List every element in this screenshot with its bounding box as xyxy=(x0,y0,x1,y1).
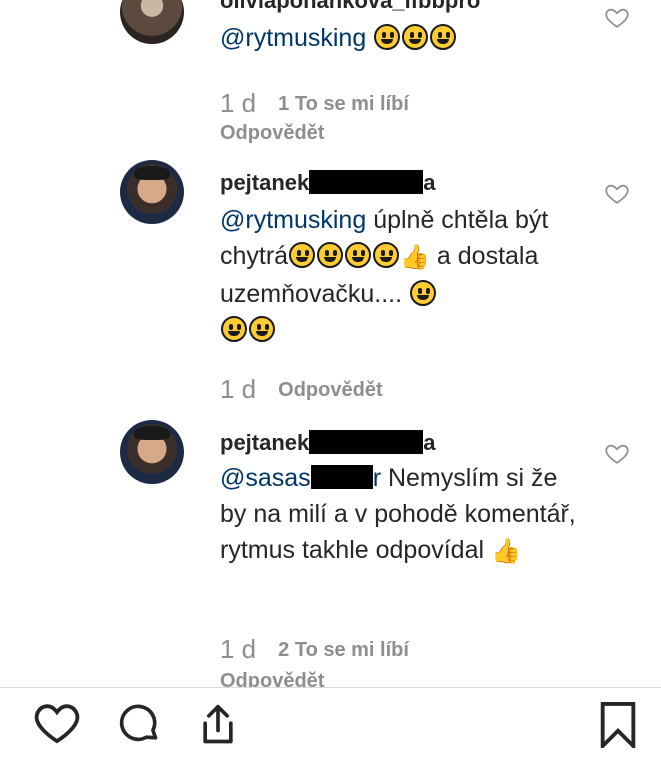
thumbs-up-emoji: 👍 xyxy=(490,538,521,565)
thumbs-up-emoji: 👍 xyxy=(400,244,430,271)
username-prefix: pejtanek xyxy=(220,170,310,195)
reply-button[interactable]: Odpovědět xyxy=(278,379,382,401)
bookmark-icon[interactable] xyxy=(598,702,638,748)
comments-list: oliviaponankova_ifbbpro @rytmusking 1 d1… xyxy=(0,0,661,687)
grin-emoji xyxy=(402,24,429,50)
username-suffix: a xyxy=(423,430,436,455)
mention-link[interactable]: @rytmusking xyxy=(220,206,366,234)
comment-age: 1 d xyxy=(220,88,257,118)
heart-icon[interactable] xyxy=(34,702,80,744)
avatar[interactable] xyxy=(120,420,184,484)
share-icon[interactable] xyxy=(196,702,240,748)
like-heart-icon[interactable] xyxy=(603,440,631,466)
comment-meta: 1 d Odpovědět xyxy=(220,374,383,405)
redaction-bar xyxy=(309,170,424,194)
redaction-bar xyxy=(310,465,373,489)
redaction-bar xyxy=(309,430,424,454)
comment-text: @rytmusking úplně chtěla být chytrá 👍 a d… xyxy=(220,202,560,348)
post-action-bar xyxy=(0,687,661,760)
grin-emoji xyxy=(430,24,457,50)
likes-count[interactable]: 2 To se mi líbí xyxy=(278,639,409,661)
mention-link[interactable]: @sasas xyxy=(220,464,311,492)
comment-text: @sasas r Nemyslím si že by na milí a v po… xyxy=(220,460,580,570)
like-heart-icon[interactable] xyxy=(603,180,631,206)
comment-meta: 1 d 2 To se mi líbí xyxy=(220,634,409,665)
avatar[interactable] xyxy=(120,160,184,224)
comment-text: @rytmusking xyxy=(220,20,580,56)
like-heart-icon[interactable] xyxy=(603,4,631,30)
smile-emoji xyxy=(289,242,316,268)
comment-age: 1 d xyxy=(220,634,257,664)
avatar[interactable] xyxy=(120,0,184,44)
likes-count[interactable]: 1 To se mi líbí xyxy=(278,93,409,115)
smile-emoji xyxy=(373,242,400,268)
reply-button[interactable]: Odpovědět xyxy=(220,670,324,687)
mention-link-end[interactable]: r xyxy=(373,464,381,492)
comment-username[interactable]: pejtanek a xyxy=(220,170,436,196)
reply-button[interactable]: Odpovědět xyxy=(220,122,324,145)
comment-username[interactable]: oliviaponankova_ifbbpro xyxy=(220,0,480,14)
grin-emoji xyxy=(374,24,401,50)
smile-emoji xyxy=(221,316,247,342)
username-prefix: pejtanek xyxy=(220,430,310,455)
username-suffix: a xyxy=(423,170,436,195)
smile-emoji xyxy=(345,242,372,268)
mention-link[interactable]: @rytmusking xyxy=(220,24,366,52)
smile-emoji xyxy=(409,280,436,306)
comment-username[interactable]: pejtanek a xyxy=(220,430,436,456)
smile-emoji xyxy=(249,316,275,342)
comment-icon[interactable] xyxy=(116,702,162,746)
comment-age: 1 d xyxy=(220,374,257,404)
smile-emoji xyxy=(317,242,344,268)
comment-meta: 1 d 1 To se mi líbí xyxy=(220,88,409,119)
